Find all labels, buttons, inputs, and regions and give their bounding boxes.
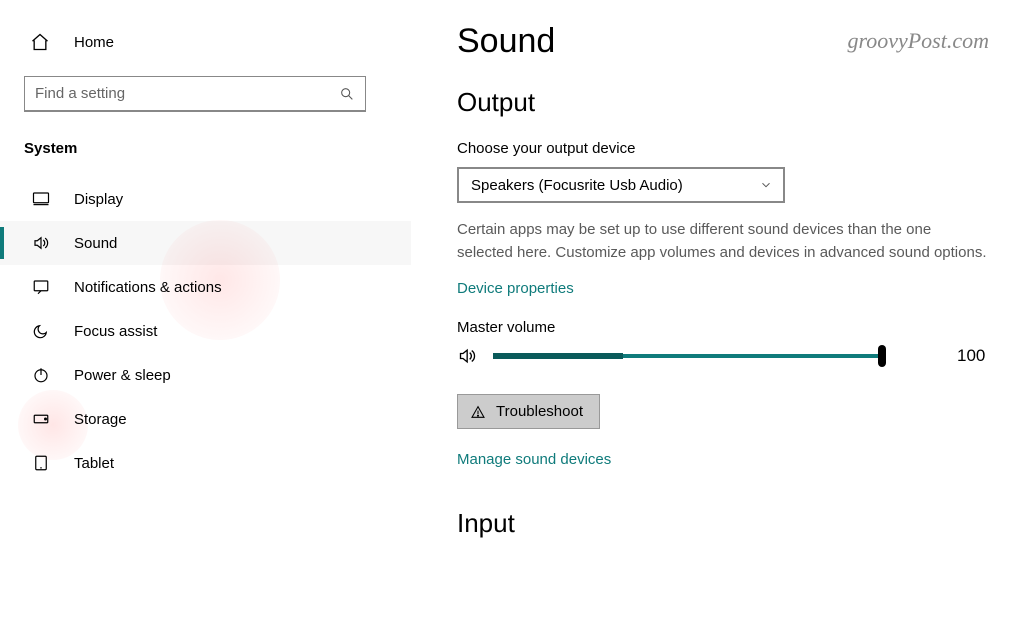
watermark: groovyPost.com	[847, 28, 989, 54]
troubleshoot-label: Troubleshoot	[496, 403, 583, 420]
tablet-icon	[30, 454, 52, 472]
choose-output-label: Choose your output device	[457, 140, 989, 157]
sidebar-item-label: Focus assist	[74, 323, 157, 340]
sidebar-item-power-sleep[interactable]: Power & sleep	[0, 353, 411, 397]
display-icon	[30, 190, 52, 208]
home-link[interactable]: Home	[0, 20, 411, 68]
focus-assist-icon	[30, 322, 52, 340]
search-input[interactable]	[35, 85, 339, 102]
sidebar-item-notifications[interactable]: Notifications & actions	[0, 265, 411, 309]
master-volume-label: Master volume	[457, 319, 989, 336]
sidebar-item-focus-assist[interactable]: Focus assist	[0, 309, 411, 353]
slider-fill	[493, 353, 623, 359]
output-device-selected: Speakers (Focusrite Usb Audio)	[471, 177, 683, 194]
home-label: Home	[74, 34, 114, 51]
search-icon	[339, 86, 355, 102]
sidebar-item-storage[interactable]: Storage	[0, 397, 411, 441]
sidebar-item-label: Sound	[74, 235, 117, 252]
output-heading: Output	[457, 87, 989, 118]
sidebar-item-label: Tablet	[74, 455, 114, 472]
warning-icon	[470, 404, 486, 420]
sound-icon	[30, 234, 52, 252]
storage-icon	[30, 410, 52, 428]
notifications-icon	[30, 278, 52, 296]
volume-icon[interactable]	[457, 346, 479, 366]
sidebar-item-display[interactable]: Display	[0, 177, 411, 221]
main-content: groovyPost.com Sound Output Choose your …	[411, 0, 1019, 637]
sidebar-item-label: Power & sleep	[74, 367, 171, 384]
sidebar: Home System Display Sound Notifications …	[0, 0, 411, 637]
power-icon	[30, 366, 52, 384]
chevron-down-icon	[759, 178, 773, 192]
master-volume-value: 100	[957, 346, 985, 366]
sidebar-item-sound[interactable]: Sound	[0, 221, 411, 265]
category-system: System	[0, 128, 411, 177]
slider-thumb[interactable]	[878, 345, 886, 367]
master-volume-row: 100	[457, 346, 989, 366]
device-properties-link[interactable]: Device properties	[457, 280, 574, 297]
search-input-container[interactable]	[24, 76, 366, 112]
master-volume-slider[interactable]	[493, 354, 883, 358]
troubleshoot-button[interactable]: Troubleshoot	[457, 394, 600, 429]
sidebar-item-tablet[interactable]: Tablet	[0, 441, 411, 485]
home-icon	[30, 32, 52, 52]
output-help-text: Certain apps may be set up to use differ…	[457, 219, 987, 264]
sidebar-item-label: Display	[74, 191, 123, 208]
input-heading: Input	[457, 508, 989, 539]
sidebar-item-label: Notifications & actions	[74, 279, 222, 296]
sidebar-item-label: Storage	[74, 411, 127, 428]
output-device-dropdown[interactable]: Speakers (Focusrite Usb Audio)	[457, 167, 785, 203]
manage-sound-devices-link[interactable]: Manage sound devices	[457, 451, 611, 468]
